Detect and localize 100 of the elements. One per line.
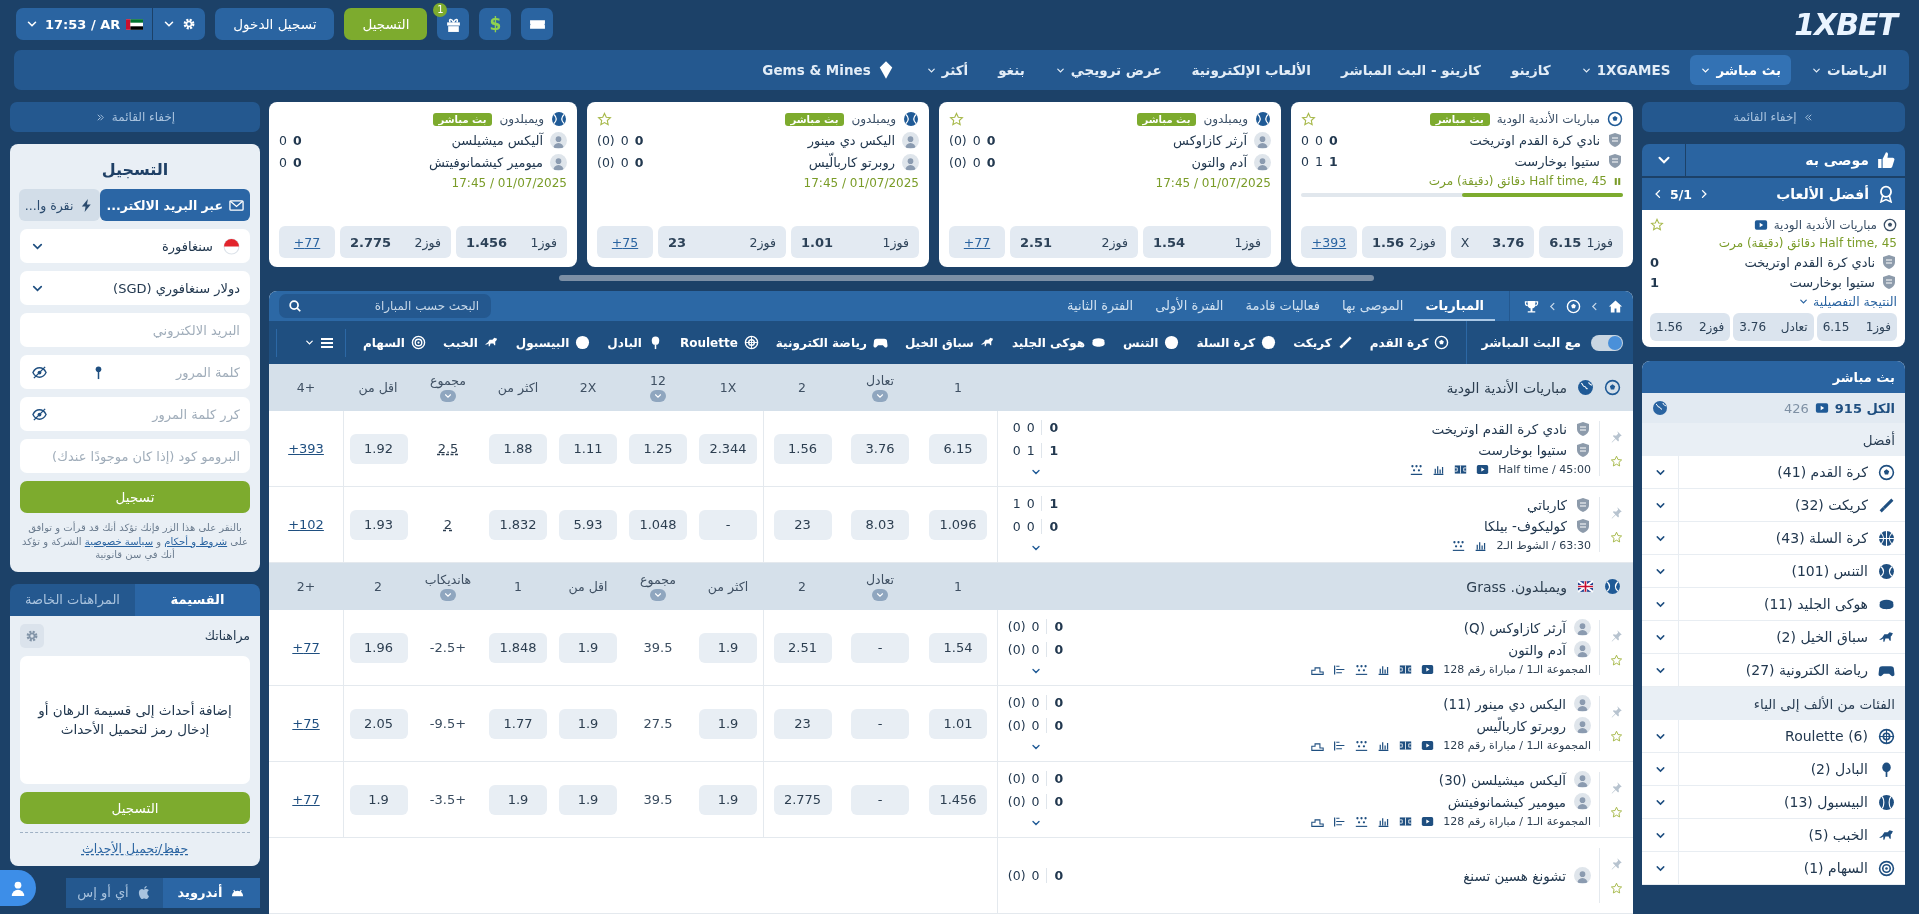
bar-chart-icon[interactable] xyxy=(1377,815,1391,829)
odds-button[interactable]: - xyxy=(851,708,909,739)
field-icon[interactable] xyxy=(1399,739,1413,753)
more-markets-link[interactable]: 393+ xyxy=(288,441,324,457)
odds-button[interactable]: 1.9 xyxy=(349,784,408,815)
odds-button[interactable]: 6.15 xyxy=(929,433,987,464)
more-markets-button[interactable]: 75+ xyxy=(597,226,653,258)
odds-button[interactable]: 23 xyxy=(773,708,832,739)
bar-chart-icon[interactable] xyxy=(1377,739,1391,753)
odds-button[interactable]: 1.93 xyxy=(349,509,408,540)
odds-button[interactable]: 1.92 xyxy=(349,433,408,464)
ticket-button[interactable] xyxy=(521,8,554,40)
sport-category-item[interactable]: كرة القدم (41) xyxy=(1678,456,1905,488)
odds-button[interactable]: 1.832 xyxy=(489,509,547,540)
nav-item[interactable]: بنغو xyxy=(988,55,1035,85)
odds-button[interactable]: 1.11 xyxy=(559,433,617,464)
field-icon[interactable] xyxy=(1454,463,1468,477)
sport-category-item[interactable]: رياضة الكترونية (27) xyxy=(1678,654,1905,686)
sport-category-item[interactable]: التنس (101) xyxy=(1678,555,1905,587)
star-icon[interactable] xyxy=(1610,653,1623,667)
hide-password-icon[interactable] xyxy=(32,364,47,380)
bar-chart-icon[interactable] xyxy=(1377,663,1391,677)
odds-button[interactable]: 3.76 xyxy=(851,433,909,464)
home-icon[interactable] xyxy=(1608,298,1623,314)
star-icon[interactable] xyxy=(1610,454,1623,468)
odds-button[interactable]: 1.88 xyxy=(489,433,547,464)
star-icon[interactable] xyxy=(1301,111,1316,127)
odds-button[interactable]: 5.93 xyxy=(559,509,617,540)
hide-password-icon[interactable] xyxy=(32,406,47,422)
more-markets-link[interactable]: 77+ xyxy=(292,792,320,808)
more-markets-button[interactable]: 77+ xyxy=(949,226,1005,258)
bar-chart-icon[interactable] xyxy=(1474,539,1488,553)
odds-button[interactable]: 1.54 xyxy=(929,632,987,663)
star-icon[interactable] xyxy=(1610,729,1623,743)
odds-button[interactable]: 1.9 xyxy=(559,708,617,739)
app-download-button[interactable]: أندرويد xyxy=(163,877,260,908)
tab[interactable]: الموصى بها xyxy=(1331,291,1415,321)
password-field[interactable]: كرر كلمة المرور xyxy=(20,397,250,431)
lineup-icon[interactable] xyxy=(1410,463,1424,477)
language-time-selector[interactable]: 17:53 / AR xyxy=(16,8,153,40)
odds-button[interactable]: 1.9 xyxy=(559,632,617,663)
tab[interactable]: فعاليات قادمة xyxy=(1234,291,1332,321)
horizontal-scrollbar[interactable] xyxy=(559,275,1374,281)
nav-item[interactable]: Gems & Mines xyxy=(752,51,906,89)
sport-filter[interactable]: التنس xyxy=(1123,335,1180,350)
terms-link[interactable]: شروط و أحكام xyxy=(164,535,228,547)
nav-item[interactable]: عرض ترويجي xyxy=(1044,55,1172,85)
more-markets-link[interactable]: 102+ xyxy=(288,517,324,533)
odds-button[interactable]: 1.56 xyxy=(773,433,832,464)
bar-chart-icon[interactable] xyxy=(1432,463,1446,477)
country-select[interactable]: سنغافورة xyxy=(20,229,250,263)
star-icon[interactable] xyxy=(1650,218,1664,232)
sport-category-item[interactable]: كرة السلة (43) xyxy=(1678,522,1905,554)
odds-button[interactable]: 1.96 xyxy=(349,632,408,663)
more-markets-button[interactable]: 77+ xyxy=(279,226,335,258)
betslip-tab[interactable]: القسيمة xyxy=(135,583,260,616)
sport-filter[interactable]: رياضة الكترونية xyxy=(775,335,888,350)
line-value[interactable]: 2.5 xyxy=(437,441,459,457)
odds-button[interactable]: X 3.76 xyxy=(1450,226,1535,258)
odds-button[interactable]: 23 xyxy=(773,509,832,540)
odds-button[interactable]: 1.01 xyxy=(929,708,987,739)
sport-category-item[interactable]: سباق الخيل (2) xyxy=(1678,621,1905,653)
search-field[interactable]: البحث حسب المباراة xyxy=(279,294,491,318)
odds-button[interactable]: 1.25 xyxy=(629,433,687,464)
input-field[interactable]: البريد الالكتروني xyxy=(20,313,250,347)
odds-button[interactable]: 2.344 xyxy=(699,433,757,464)
odds-button[interactable]: 1.9 xyxy=(489,784,547,815)
sport-filter[interactable]: سباق الخيل xyxy=(904,335,995,350)
odds-button[interactable]: 2.05 xyxy=(349,708,408,739)
sport-filter[interactable]: الخبب xyxy=(443,335,499,350)
list-icon[interactable] xyxy=(1333,815,1347,829)
odds-button[interactable]: 1.9 xyxy=(699,708,757,739)
odds-button[interactable]: 1.456 xyxy=(929,784,987,815)
nav-item[interactable]: 1XGAMES xyxy=(1570,55,1681,85)
nav-item[interactable]: بث مباشر xyxy=(1690,55,1792,85)
odds-button[interactable]: 1.048 xyxy=(629,509,687,540)
sport-filter[interactable]: البيسبول xyxy=(515,335,591,350)
save-load-link[interactable]: حفظ/تحميل الأحداث xyxy=(81,840,189,856)
odds-button[interactable]: - xyxy=(699,509,757,540)
sport-filter[interactable]: هوكى الجليد xyxy=(1011,335,1107,350)
input-field[interactable]: البرومو كود (إذا كان موجودًا عندك) xyxy=(20,439,250,473)
currency-select[interactable]: دولار سنغافوري (SGD) xyxy=(20,271,250,305)
video-icon[interactable] xyxy=(1476,463,1490,477)
nav-item[interactable]: أكثر xyxy=(915,55,979,85)
password-field[interactable]: كلمة المرور xyxy=(20,355,250,389)
lineup-icon[interactable] xyxy=(1355,815,1369,829)
sport-filter[interactable]: كرة القدم xyxy=(1369,335,1450,350)
privacy-link[interactable]: سياسة خصوصية xyxy=(84,535,154,547)
odds-button[interactable]: - xyxy=(851,784,909,815)
nav-item[interactable]: كازينو - البث المباشر xyxy=(1331,55,1491,85)
sport-category-item[interactable]: البادل (2) xyxy=(1678,753,1905,785)
login-button[interactable]: تسجيل الدخول xyxy=(215,8,335,40)
registration-tab[interactable]: عبر البريد الالكتر... xyxy=(100,189,250,221)
soccer-ball-icon[interactable] xyxy=(1566,298,1581,314)
sport-filter[interactable]: البادل xyxy=(607,335,663,350)
video-icon[interactable] xyxy=(1421,815,1435,829)
sport-filter[interactable]: Roulette xyxy=(679,335,759,350)
hide-menu-button[interactable]: إخفاء القائمة xyxy=(10,102,260,132)
lineup-icon[interactable] xyxy=(1355,739,1369,753)
sport-category-item[interactable]: Roulette (6) xyxy=(1678,720,1905,752)
